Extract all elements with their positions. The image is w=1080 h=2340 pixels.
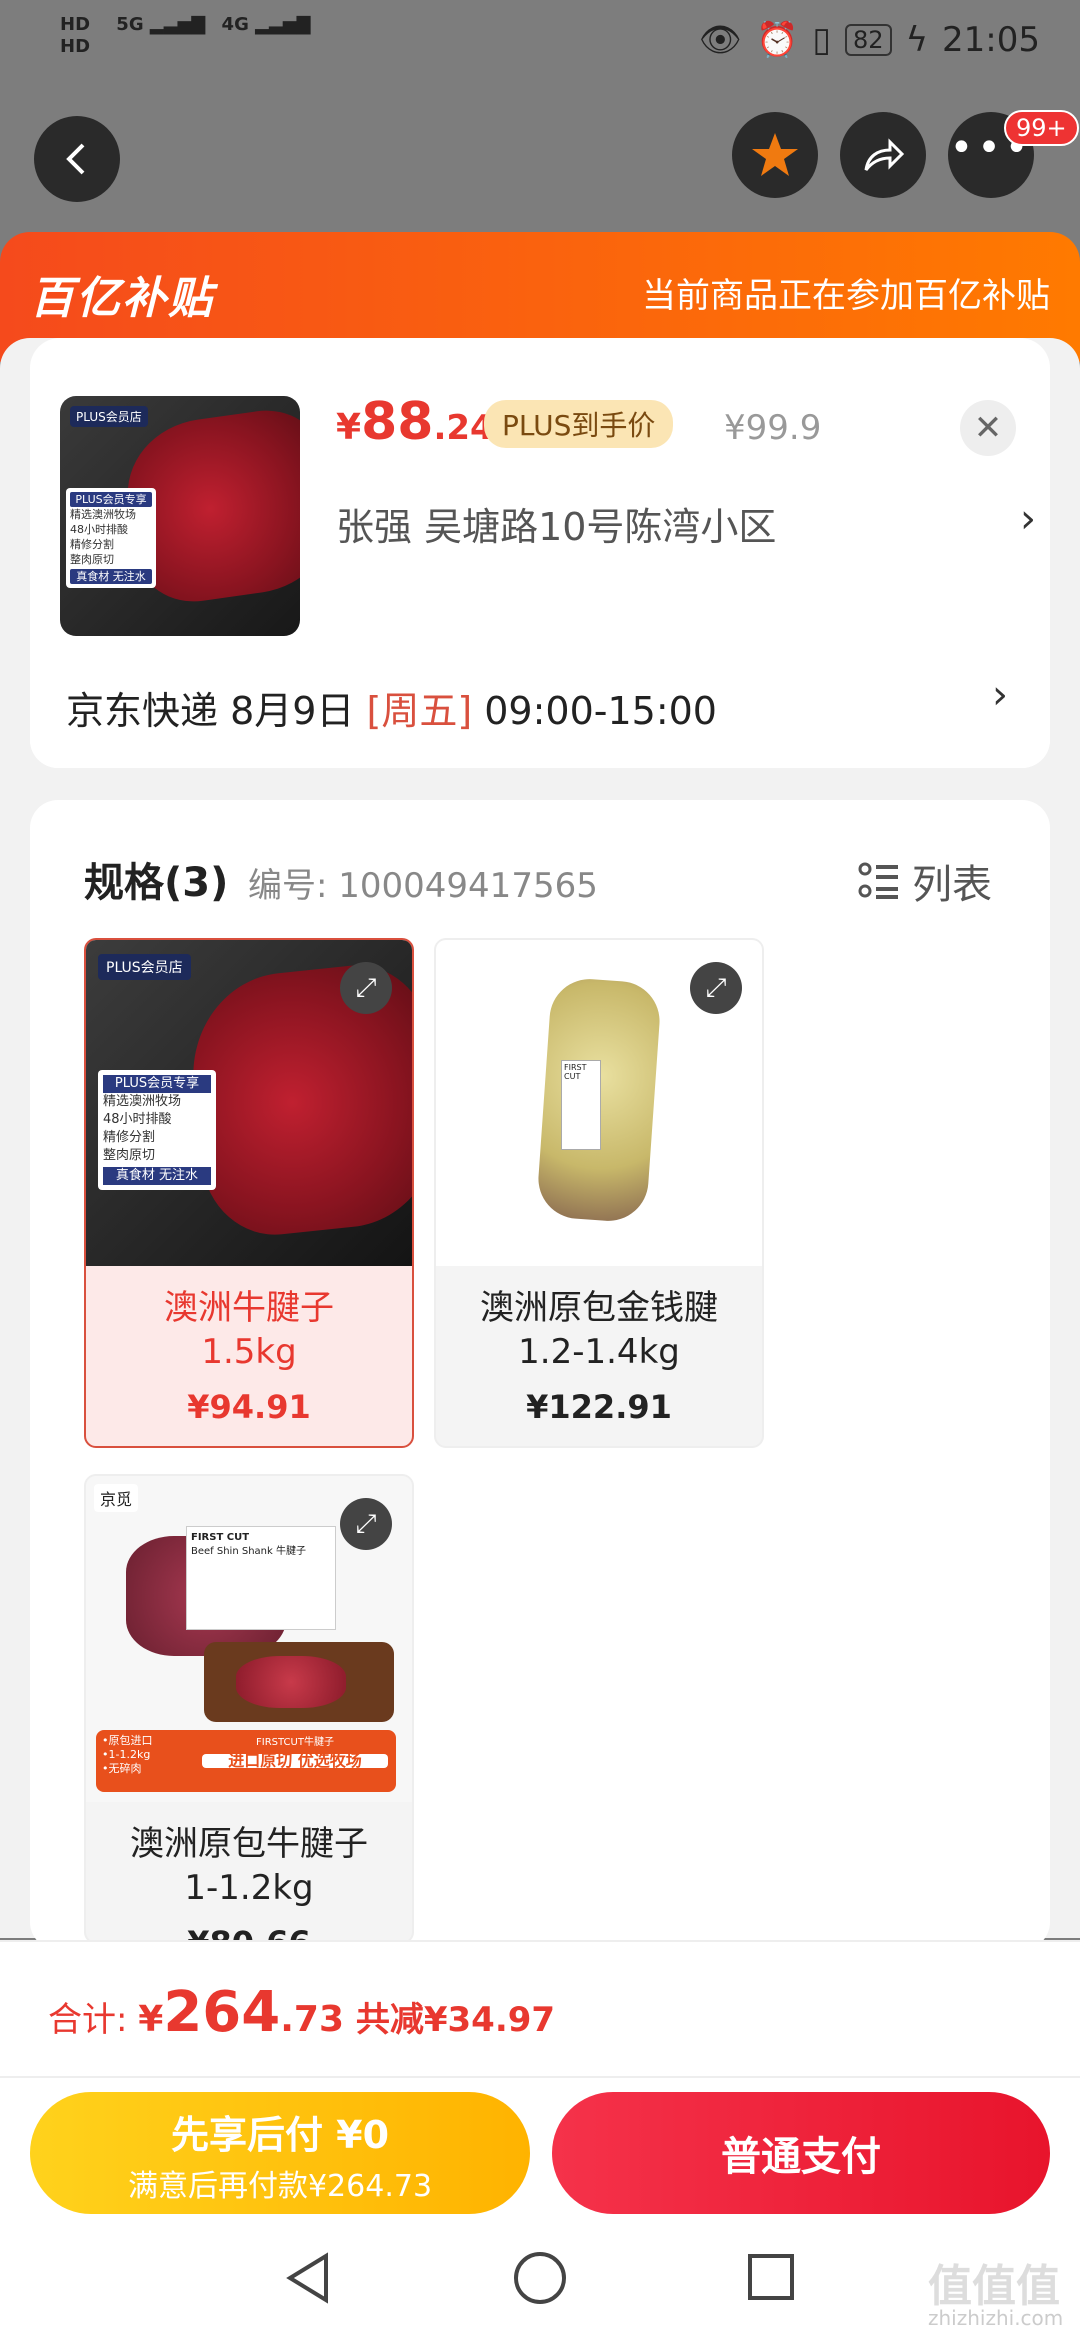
close-icon: ✕ <box>973 408 1003 448</box>
normal-pay-button[interactable]: 普通支付 <box>552 2092 1050 2214</box>
back-button[interactable] <box>34 116 120 202</box>
thumb-line-1: 精选澳洲牧场 <box>70 508 136 521</box>
spec-item[interactable]: FIRST CUT ⤢ 澳洲原包金钱腱 1.2-1.4kg ¥122.91 <box>434 938 764 1448</box>
signal-label-4g: 4G <box>221 14 249 35</box>
promo-line-1: •原包进口 <box>102 1734 153 1747</box>
spec-line-3: 精修分割 <box>103 1130 156 1145</box>
spec-price: ¥122.91 <box>526 1388 672 1426</box>
spec-plus-label: PLUS会员店 <box>98 954 191 980</box>
spec-price: ¥94.91 <box>187 1388 311 1426</box>
nav-back-icon[interactable] <box>282 2250 334 2306</box>
plus-price-tag: PLUS到手价 <box>484 400 674 448</box>
product-price: ¥88.24 <box>336 392 494 452</box>
pay-later-button[interactable]: 先享后付 ¥0 满意后再付款¥264.73 <box>30 2092 530 2214</box>
close-button[interactable]: ✕ <box>960 400 1016 456</box>
watermark-url: zhizhizhi.com <box>928 2306 1064 2330</box>
status-bar: HD 5G ▂▃▅▇ 4G ▂▃▅▇ HD 👁 ⏰ ▯ 82 ϟ 21:05 <box>0 0 1080 80</box>
signal-icon: ▂▃▅▇ <box>149 14 206 35</box>
eye-icon: 👁 <box>698 20 742 60</box>
chevron-right-icon: › <box>1020 496 1036 542</box>
network-indicators: HD 5G ▂▃▅▇ 4G ▂▃▅▇ HD <box>60 14 311 58</box>
promo-line-3: •无碎肉 <box>102 1762 142 1775</box>
delivery-text: 京东快递 8月9日 [周五] 09:00-15:00 <box>66 680 717 735</box>
price-currency: ¥ <box>336 407 362 448</box>
battery-indicator: 82 <box>845 24 892 56</box>
original-price: ¥99.9 <box>724 408 822 448</box>
message-badge: 99+ <box>1004 110 1079 146</box>
spec-footer-label: 真食材 无注水 <box>103 1167 211 1185</box>
price-integer: 88 <box>361 392 434 452</box>
thumb-plus-label: PLUS会员店 <box>70 406 148 427</box>
spec-line-1: 精选澳洲牧场 <box>103 1094 182 1109</box>
spec-image: 京觅 FIRST CUT Beef Shin Shank 牛腱子 •原包进口 •… <box>86 1476 412 1802</box>
thumb-footer-label: 真食材 无注水 <box>70 569 152 584</box>
nav-recents-icon[interactable] <box>746 2252 796 2302</box>
total-label: 合计: <box>48 2000 139 2040</box>
promo-main: 进口原切 优选牧场 <box>202 1753 388 1769</box>
total-discount: 共减¥34.97 <box>344 2000 556 2040</box>
total-summary: 合计: ¥264.73 共减¥34.97 <box>48 1980 555 2045</box>
expand-icon[interactable]: ⤢ <box>340 1498 392 1550</box>
delivery-prefix: 京东快递 8月9日 <box>66 689 367 733</box>
spec-name: 澳洲原包金钱腱 1.2-1.4kg <box>480 1288 718 1372</box>
spec-number: 编号: 100049417565 <box>248 866 598 906</box>
spec-name: 澳洲原包牛腱子 1-1.2kg <box>130 1824 368 1908</box>
watermark-logo: 值值值 <box>928 2261 1060 2312</box>
spec-package-label: FIRST CUT <box>191 1532 250 1543</box>
list-view-toggle[interactable]: 列表 <box>858 852 992 910</box>
chevron-left-icon <box>66 143 85 175</box>
signal-label-5g: 5G <box>116 14 144 35</box>
share-button[interactable] <box>840 112 926 198</box>
promo-title: FIRSTCUT牛腱子 <box>256 1737 334 1748</box>
spec-promo-list: •原包进口 •1-1.2kg •无碎肉 <box>102 1734 153 1776</box>
thumb-line-3: 精修分割 <box>70 538 114 551</box>
spec-name: 澳洲牛腱子 1.5kg <box>164 1288 334 1372</box>
subsidy-note: 当前商品正在参加百亿补贴 <box>642 276 1050 316</box>
address-row[interactable]: 张强 吴塘路10号陈湾小区 › <box>336 496 1036 549</box>
spec-image: PLUS会员店 PLUS会员专享 精选澳洲牧场 48小时排酸 精修分割 整肉原切… <box>86 940 412 1266</box>
total-currency: ¥ <box>138 1999 164 2040</box>
hd-label-1: HD <box>60 14 91 35</box>
product-thumbnail: PLUS会员店 PLUS会员专享 精选澳洲牧场 48小时排酸 精修分割 整肉原切… <box>60 396 300 636</box>
promo-line-2: •1-1.2kg <box>102 1748 151 1761</box>
delivery-row[interactable]: 京东快递 8月9日 [周五] 09:00-15:00 › <box>30 672 1050 768</box>
spec-package-sub: Beef Shin Shank 牛腱子 <box>191 1546 306 1557</box>
delivery-time: 09:00-15:00 <box>472 689 717 733</box>
thumb-line-4: 整肉原切 <box>70 553 114 566</box>
spec-item[interactable]: PLUS会员店 PLUS会员专享 精选澳洲牧场 48小时排酸 精修分割 整肉原切… <box>84 938 414 1448</box>
system-nav-bar <box>0 2250 1080 2310</box>
alarm-icon: ⏰ <box>755 20 799 60</box>
list-label: 列表 <box>912 862 992 908</box>
spec-brand-label: 京觅 <box>94 1484 139 1512</box>
spec-line-2: 48小时排酸 <box>103 1112 172 1127</box>
spec-member-label: PLUS会员专享 <box>103 1075 211 1093</box>
thumb-line-2: 48小时排酸 <box>70 523 128 536</box>
expand-icon[interactable]: ⤢ <box>340 962 392 1014</box>
total-integer: 264 <box>163 1980 281 2045</box>
pay-later-subtitle: 满意后再付款¥264.73 <box>127 2169 433 2204</box>
favorite-button[interactable] <box>732 112 818 198</box>
chevron-right-icon: › <box>992 672 1008 718</box>
signal-icon-2: ▂▃▅▇ <box>255 14 311 35</box>
subsidy-logo: 百亿补贴 <box>30 273 214 324</box>
nav-home-icon[interactable] <box>512 2250 568 2306</box>
spec-package-label: FIRST CUT <box>561 1060 601 1150</box>
list-icon <box>858 862 898 899</box>
hd-label-2: HD <box>60 36 91 57</box>
clock: 21:05 <box>942 20 1040 60</box>
spec-item[interactable]: 京觅 FIRST CUT Beef Shin Shank 牛腱子 •原包进口 •… <box>84 1474 414 1944</box>
thumb-member-label: PLUS会员专享 <box>70 492 152 507</box>
total-decimal: .73 <box>280 1999 345 2040</box>
pay-later-title: 先享后付 ¥0 <box>170 2113 390 2157</box>
share-icon <box>864 138 905 171</box>
vibrate-icon: ▯ <box>812 20 832 60</box>
spec-title: 规格(3) <box>84 860 229 906</box>
charging-icon: ϟ <box>905 20 929 60</box>
spec-line-4: 整肉原切 <box>103 1148 156 1163</box>
delivery-day: [周五] <box>366 689 473 733</box>
address-text: 张强 吴塘路10号陈湾小区 <box>336 505 777 549</box>
expand-icon[interactable]: ⤢ <box>690 962 742 1014</box>
spec-image: FIRST CUT ⤢ <box>436 940 762 1266</box>
star-icon <box>752 133 798 176</box>
